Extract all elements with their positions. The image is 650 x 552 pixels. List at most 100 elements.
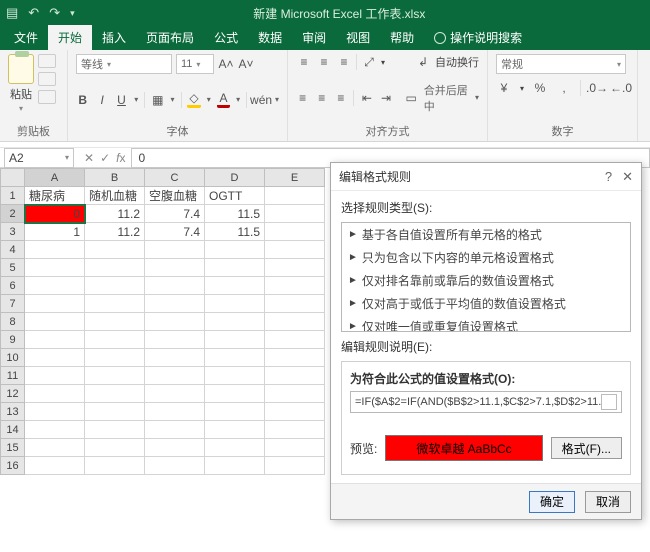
cell[interactable] xyxy=(145,241,205,259)
cell[interactable] xyxy=(145,313,205,331)
accounting-icon[interactable]: ¥ xyxy=(496,80,512,96)
fx-icon[interactable]: fx xyxy=(116,151,125,165)
range-picker-icon[interactable] xyxy=(601,394,617,410)
row-header[interactable]: 3 xyxy=(1,223,25,241)
enter-icon[interactable]: ✓ xyxy=(100,151,110,165)
cell[interactable] xyxy=(265,421,325,439)
save-icon[interactable]: ▤ xyxy=(6,5,18,21)
cell[interactable] xyxy=(145,295,205,313)
fill-color-icon[interactable]: ◇ xyxy=(187,92,200,108)
cell[interactable] xyxy=(25,295,85,313)
font-name-combo[interactable]: 等线▾ xyxy=(76,54,172,74)
cell[interactable] xyxy=(205,349,265,367)
col-header[interactable]: C xyxy=(145,169,205,187)
rule-type-item[interactable]: ►基于各自值设置所有单元格的格式 xyxy=(342,223,630,246)
underline-icon[interactable]: U xyxy=(115,92,128,108)
row-header[interactable]: 11 xyxy=(1,367,25,385)
cell[interactable] xyxy=(145,367,205,385)
col-header[interactable]: A xyxy=(25,169,85,187)
cell[interactable] xyxy=(85,277,145,295)
tab-insert[interactable]: 插入 xyxy=(92,25,136,50)
rule-type-item[interactable]: ►仅对唯一值或重复值设置格式 xyxy=(342,315,630,332)
chevron-down-icon[interactable]: ▾ xyxy=(207,95,211,104)
help-icon[interactable]: ? xyxy=(605,169,612,185)
cell[interactable]: 1 xyxy=(25,223,85,241)
cell[interactable] xyxy=(205,313,265,331)
align-middle-icon[interactable]: ≡ xyxy=(316,54,332,70)
cell[interactable]: 0 xyxy=(25,205,85,223)
cell[interactable] xyxy=(85,241,145,259)
increase-font-icon[interactable]: A˄ xyxy=(218,56,234,72)
border-icon[interactable]: ▦ xyxy=(151,92,164,108)
cell[interactable] xyxy=(205,295,265,313)
copy-icon[interactable] xyxy=(38,72,56,86)
align-right-icon[interactable]: ≡ xyxy=(334,90,347,106)
cell[interactable] xyxy=(265,205,325,223)
cell[interactable] xyxy=(25,367,85,385)
cell[interactable] xyxy=(205,457,265,475)
rule-type-item[interactable]: ►仅对排名靠前或靠后的数值设置格式 xyxy=(342,269,630,292)
orientation-icon[interactable]: ⤢ xyxy=(361,54,377,70)
row-header[interactable]: 14 xyxy=(1,421,25,439)
tab-data[interactable]: 数据 xyxy=(248,25,292,50)
tab-help[interactable]: 帮助 xyxy=(380,25,424,50)
cell[interactable]: 11.2 xyxy=(85,223,145,241)
cell[interactable] xyxy=(205,421,265,439)
cell[interactable] xyxy=(265,349,325,367)
bold-icon[interactable]: B xyxy=(76,92,89,108)
tab-file[interactable]: 文件 xyxy=(4,25,48,50)
cell[interactable] xyxy=(205,385,265,403)
comma-icon[interactable]: , xyxy=(556,80,572,96)
cell[interactable] xyxy=(145,421,205,439)
cell[interactable] xyxy=(145,259,205,277)
cell[interactable] xyxy=(25,259,85,277)
cell[interactable] xyxy=(85,295,145,313)
cell[interactable] xyxy=(25,241,85,259)
wrap-text-label[interactable]: 自动换行 xyxy=(435,54,479,70)
cell[interactable]: 随机血糖 xyxy=(85,187,145,205)
cell[interactable] xyxy=(265,385,325,403)
cell[interactable] xyxy=(265,331,325,349)
row-header[interactable]: 4 xyxy=(1,241,25,259)
row-header[interactable]: 8 xyxy=(1,313,25,331)
cell[interactable] xyxy=(85,259,145,277)
undo-icon[interactable]: ↶ xyxy=(28,5,39,21)
tab-review[interactable]: 审阅 xyxy=(292,25,336,50)
row-header[interactable]: 16 xyxy=(1,457,25,475)
row-header[interactable]: 5 xyxy=(1,259,25,277)
cell[interactable] xyxy=(25,421,85,439)
row-header[interactable]: 7 xyxy=(1,295,25,313)
cell[interactable]: 11.5 xyxy=(205,205,265,223)
cell[interactable] xyxy=(85,385,145,403)
cell[interactable] xyxy=(25,403,85,421)
row-header[interactable]: 15 xyxy=(1,439,25,457)
number-format-combo[interactable]: 常规▾ xyxy=(496,54,626,74)
cell[interactable] xyxy=(85,367,145,385)
chevron-down-icon[interactable]: ▾ xyxy=(134,95,138,104)
row-header[interactable]: 1 xyxy=(1,187,25,205)
name-box[interactable]: A2 ▾ xyxy=(4,148,74,168)
cell[interactable] xyxy=(145,277,205,295)
cancel-button[interactable]: 取消 xyxy=(585,491,631,513)
cell[interactable] xyxy=(145,331,205,349)
dialog-titlebar[interactable]: 编辑格式规则 ? ✕ xyxy=(331,163,641,191)
cell[interactable]: 7.4 xyxy=(145,223,205,241)
cell[interactable] xyxy=(25,349,85,367)
format-button[interactable]: 格式(F)... xyxy=(551,437,622,459)
chevron-down-icon[interactable]: ▾ xyxy=(275,95,279,104)
cell[interactable] xyxy=(265,313,325,331)
wrap-text-icon[interactable]: ↲ xyxy=(415,54,431,70)
row-header[interactable]: 2 xyxy=(1,205,25,223)
cell[interactable] xyxy=(265,367,325,385)
font-color-icon[interactable]: A xyxy=(217,92,230,108)
cell[interactable]: 11.5 xyxy=(205,223,265,241)
italic-icon[interactable]: I xyxy=(95,92,108,108)
tab-formulas[interactable]: 公式 xyxy=(204,25,248,50)
ok-button[interactable]: 确定 xyxy=(529,491,575,513)
select-all-corner[interactable] xyxy=(1,169,25,187)
decrease-decimal-icon[interactable]: ←.0 xyxy=(613,80,629,96)
col-header[interactable]: D xyxy=(205,169,265,187)
increase-indent-icon[interactable]: ⇥ xyxy=(379,90,392,106)
align-left-icon[interactable]: ≡ xyxy=(296,90,309,106)
cell[interactable] xyxy=(25,385,85,403)
